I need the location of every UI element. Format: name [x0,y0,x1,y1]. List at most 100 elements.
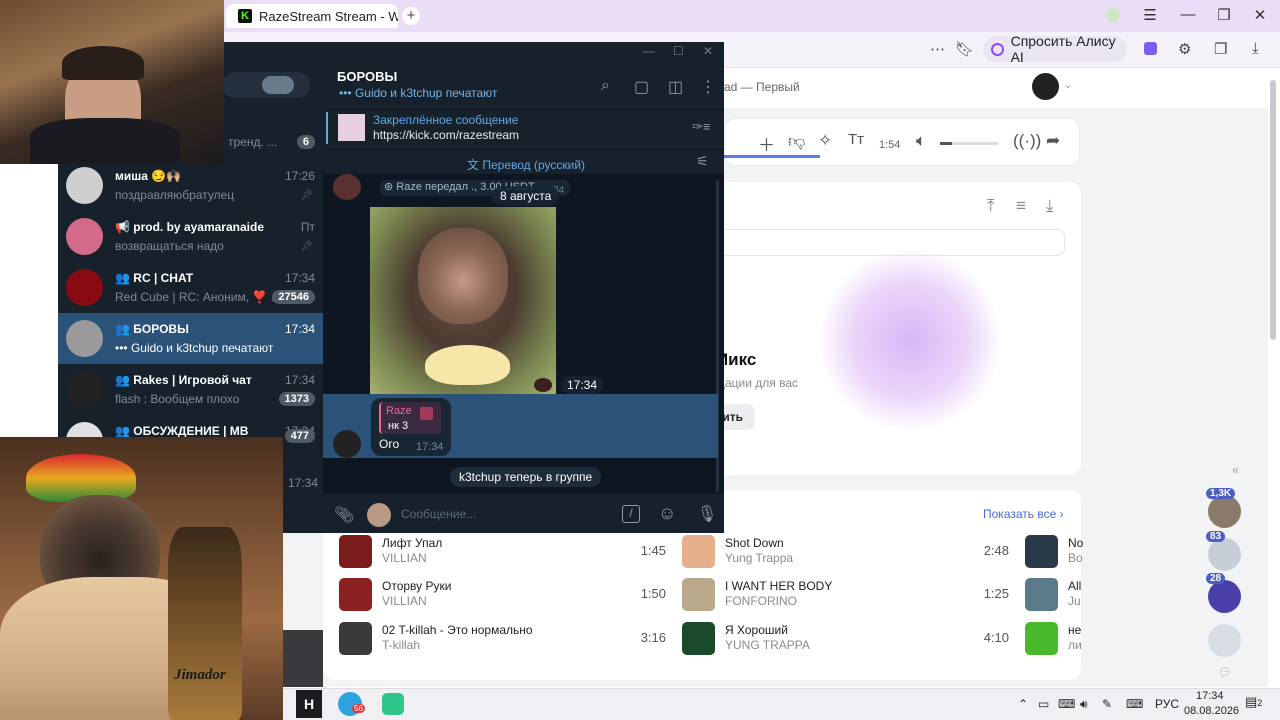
track-item[interactable]: Shot Down Yung Trappa 2:48 [682,532,1009,572]
ask-alice-button[interactable]: Спросить Алису AI [983,33,1127,65]
alice-app-icon[interactable] [1144,42,1157,55]
emoji-icon[interactable]: ☺ [658,503,676,524]
upload-icon[interactable]: ⤒ [987,196,995,216]
collapse-icon[interactable]: « [1232,462,1239,477]
track-item[interactable]: Лифт Упал VILLIAN 1:45 [339,532,666,572]
mic-icon[interactable]: 🎙︎ [697,504,717,524]
send-as-avatar[interactable] [367,503,391,527]
pinned-text: https://kick.com/razestream [373,128,520,142]
minimize-icon[interactable]: — [1178,6,1198,23]
friend-avatar[interactable] [1208,538,1241,571]
download-icon[interactable]: ⤓ [1046,196,1054,216]
track-item[interactable]: Оторву Руки VILLIAN 1:50 [339,575,666,615]
new-tab-button[interactable]: + [402,7,420,25]
bookmark-icon[interactable]: 🔖︎ [955,40,974,58]
taskbar-app-1[interactable]: Н [296,690,322,718]
chat-list-item[interactable]: миша 😏🙌🏼 поздравляюбратулец 17:26 📌︎ [58,160,323,211]
track-item[interactable]: не ли [1025,619,1082,659]
download-icon[interactable]: ⤓ [1252,40,1259,57]
browser-tab[interactable]: K RazeStream Stream - Watc [226,4,398,28]
track-item[interactable]: No Bo [1025,532,1083,572]
sender-avatar[interactable] [333,174,361,200]
track-title: 02 T-killah - Это нормально [382,623,533,637]
sparkle-icon[interactable]: ✧ [818,131,832,151]
friend-avatar[interactable] [1208,580,1241,613]
track-item[interactable]: I WANT HER BODY FONFORINO 1:25 [682,575,1009,615]
app-taskbar-icon[interactable] [382,693,404,715]
chat-time: 17:26 [284,169,315,183]
network-icon[interactable]: ⌨ [1058,697,1075,711]
chat-preview: ••• Guido и k3tchup печатают [115,341,274,355]
tg-close-icon[interactable]: ✕ [703,44,713,58]
chat-list-item[interactable]: 👥 БОРОВЫ ••• Guido и k3tchup печатают 17:3… [58,313,323,364]
track-title: Shot Down [725,536,784,550]
notifications-icon[interactable]: ▤2 [1245,694,1262,710]
volume-icon[interactable]: 🔈︎ [916,131,926,151]
translate-button[interactable]: 文 Перевод (русский) [467,156,585,173]
broadcast-icon[interactable]: ((·)) [1013,131,1041,151]
tg-maximize-icon[interactable]: ☐ [673,44,684,58]
show-all-link[interactable]: Показать все › [983,507,1064,521]
kick-favicon-icon: K [238,9,252,23]
pen-icon[interactable]: ✎ [1102,697,1112,711]
text-icon[interactable]: Tт [848,131,864,148]
attach-icon[interactable]: 📎︎ [334,505,354,525]
more-vert-icon[interactable]: ⋮ [700,77,716,97]
playlist-add-icon[interactable]: ≡ [1016,196,1026,216]
pin-list-icon[interactable]: ✑≡ [692,119,710,135]
user-avatar[interactable] [1032,73,1059,100]
friend-avatar[interactable] [1208,624,1241,657]
dislike-icon[interactable]: 👎︎ [788,131,805,152]
chat-icon[interactable]: 💬︎ [1218,666,1232,679]
chat-time: 17:34 [284,271,315,285]
clock-date[interactable]: 08.08.2026 [1184,705,1239,717]
maximize-icon[interactable]: ❐ [1214,6,1234,24]
streamer-shirt [30,118,180,164]
live-icon[interactable]: ▢ [634,77,649,97]
track-artist: VILLIAN [382,551,427,565]
pug-overlay: Jimador [0,437,283,720]
extensions-icon[interactable]: ⚙ [1178,40,1191,58]
page-scrollbar[interactable] [1270,80,1276,340]
pinned-thumb [338,114,365,141]
stories-avatars[interactable] [262,76,294,94]
track-item[interactable]: All Ju [1025,575,1081,615]
track-artist: Ju [1068,594,1081,608]
sidebar-icon[interactable]: ◫ [668,77,683,97]
share-icon[interactable]: ➦ [1046,131,1060,151]
close-icon[interactable]: ✕ [1250,6,1270,24]
keyboard-icon[interactable]: ⌨ [1126,697,1143,711]
volume-icon[interactable]: 🔊︎ [1080,697,1088,712]
menu-icon[interactable]: ☰ [1140,6,1160,24]
chevron-down-icon[interactable]: ⌄ [1064,80,1072,91]
language-indicator[interactable]: РУС [1155,697,1179,711]
sender-avatar[interactable] [333,430,361,458]
friend-avatar[interactable] [1208,495,1241,528]
chat-list-item[interactable]: 👥 Rakes | Игровой чат flash : Вообщем пло… [58,364,323,415]
collections-icon[interactable]: ❐ [1214,40,1227,58]
clock-time[interactable]: 17:34 [1196,690,1224,702]
translate-settings-icon[interactable]: ⚟ [696,153,709,170]
message-input[interactable]: Сообщение... [401,507,611,523]
chat-list-item[interactable]: 📢 prod. by ayamaranaide возвращаться надо… [58,211,323,262]
more-icon[interactable]: ⋯ [930,40,945,58]
mix-subtitle: дации для вас [718,376,799,390]
chat-list-item[interactable]: 👥 RC | CHAT Red Cube | RC: Аноним, ❣️ ...… [58,262,323,313]
tg-minimize-icon[interactable]: — [643,44,655,58]
music-header-text: ad — Первый [724,80,800,94]
image-time: 17:34 [561,376,604,394]
track-title: All [1068,579,1082,593]
track-item[interactable]: 02 T-killah - Это нормально T-killah 3:16 [339,619,666,659]
add-icon[interactable]: ＋ [758,131,775,156]
commands-icon[interactable]: / [622,505,640,523]
telegram-taskbar-icon[interactable]: 56 [338,692,365,716]
extension-icon[interactable] [1106,8,1120,22]
unread-count: 1373 [278,392,315,406]
chat-preview: Red Cube | RC: Аноним, ❣️ ... [115,290,280,304]
chat-title[interactable]: БОРОВЫ [337,69,397,84]
track-item[interactable]: Я Хороший YUNG TRAPPA 4:10 [682,619,1009,659]
search-icon[interactable]: ⌕ [601,77,610,95]
tray-expand-icon[interactable]: ⌃ [1018,697,1028,711]
battery-icon[interactable]: ▭ [1038,697,1049,711]
volume-slider[interactable] [940,142,998,145]
